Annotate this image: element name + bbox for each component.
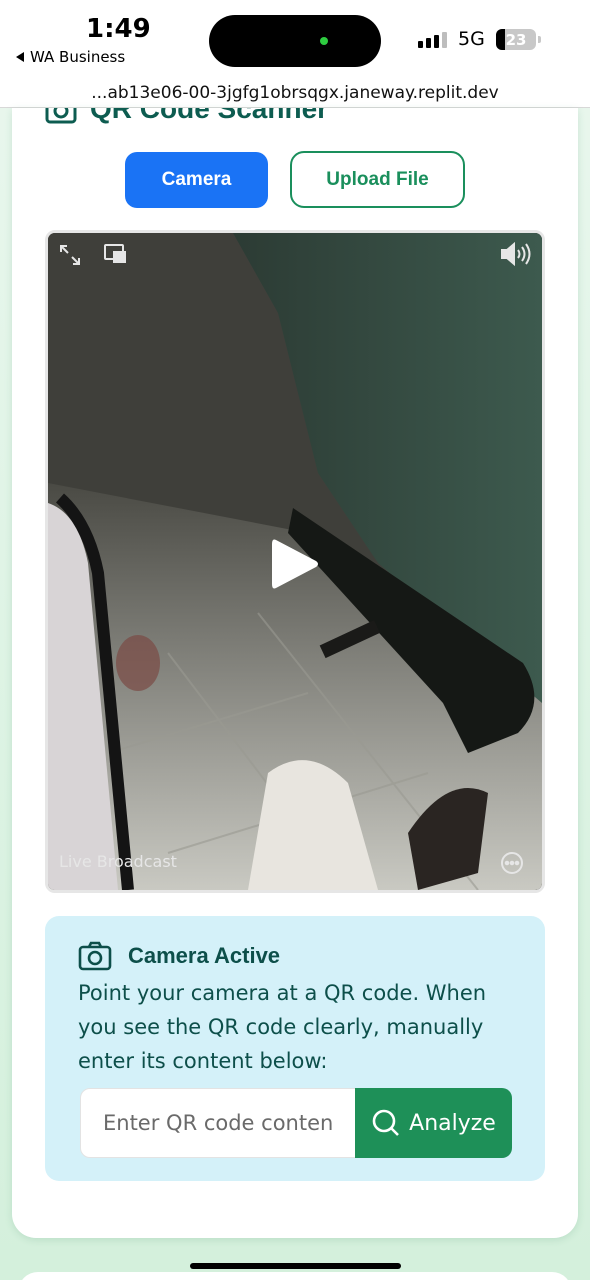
camera-active-panel: Camera Active Point your camera at a QR … bbox=[45, 916, 545, 1181]
more-icon[interactable] bbox=[500, 851, 524, 875]
camera-icon bbox=[45, 108, 77, 124]
analyze-label: Analyze bbox=[409, 1110, 496, 1136]
home-indicator[interactable] bbox=[190, 1263, 401, 1269]
search-icon bbox=[372, 1109, 400, 1136]
dynamic-island bbox=[209, 15, 381, 67]
back-app-label: WA Business bbox=[30, 48, 126, 66]
battery-icon: 23 bbox=[496, 29, 541, 50]
status-bar: 1:49 WA Business 5G 23 bbox=[0, 0, 590, 78]
camera-active-heading: Camera Active bbox=[78, 940, 280, 972]
camera-video-player[interactable]: Live Broadcast bbox=[45, 230, 545, 893]
url-text: ...ab13e06-00-3jgfg1obrsqgx.janeway.repl… bbox=[91, 82, 499, 103]
camera-icon bbox=[78, 941, 112, 971]
camera-active-title: Camera Active bbox=[128, 943, 281, 968]
camera-instructions: Point your camera at a QR code. When you… bbox=[78, 981, 487, 1073]
page-title-text: QR Code Scanner bbox=[90, 108, 329, 124]
volume-icon[interactable] bbox=[499, 241, 533, 267]
back-arrow-icon bbox=[16, 52, 24, 62]
scanner-card: QR Code Scanner Camera Upload File Live … bbox=[12, 108, 578, 1238]
battery-level: 23 bbox=[505, 30, 527, 49]
expand-icon[interactable] bbox=[58, 243, 82, 267]
camera-indicator-icon bbox=[320, 37, 328, 45]
live-broadcast-label: Live Broadcast bbox=[59, 852, 177, 871]
signal-icon bbox=[418, 32, 447, 48]
back-to-app-link[interactable]: WA Business bbox=[16, 48, 125, 66]
next-card-edge bbox=[18, 1272, 572, 1280]
upload-file-button[interactable]: Upload File bbox=[290, 151, 465, 208]
play-icon[interactable] bbox=[270, 536, 320, 592]
picture-in-picture-icon[interactable] bbox=[103, 243, 127, 265]
status-time: 1:49 bbox=[86, 14, 151, 44]
page-title: QR Code Scanner bbox=[44, 108, 328, 126]
qr-content-input[interactable] bbox=[80, 1088, 356, 1158]
address-bar[interactable]: ...ab13e06-00-3jgfg1obrsqgx.janeway.repl… bbox=[0, 78, 590, 108]
camera-mode-button[interactable]: Camera bbox=[125, 152, 268, 208]
analyze-button[interactable]: Analyze bbox=[355, 1088, 512, 1158]
network-type: 5G bbox=[458, 28, 485, 50]
